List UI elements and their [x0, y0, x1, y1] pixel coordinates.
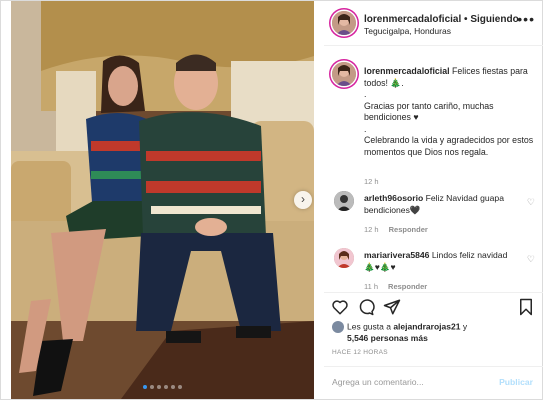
carousel-dot [164, 385, 168, 389]
comment-meta: 11 h Responder [364, 282, 427, 291]
comment-like-icon[interactable]: ♡ [527, 197, 535, 208]
reply-button[interactable]: Responder [388, 282, 427, 291]
comment-meta: 12 h Responder [364, 225, 428, 234]
carousel-dot [157, 385, 161, 389]
caption-username[interactable]: lorenmercadaloficial [364, 66, 450, 76]
next-photo-button[interactable]: › [294, 191, 312, 209]
caption-meta: 12 h [364, 177, 379, 186]
comment-icon[interactable] [357, 298, 375, 316]
chevron-right-icon: › [301, 192, 305, 206]
caption-avatar[interactable] [332, 62, 356, 86]
post-side-panel: lorenmercadaloficial • Siguiendo Tegucig… [324, 1, 543, 399]
liker-username[interactable]: alejandrarojas21 [393, 321, 460, 331]
carousel-dot [178, 385, 182, 389]
reply-button[interactable]: Responder [389, 225, 428, 234]
add-comment-bar: Publicar [324, 366, 543, 401]
caption: lorenmercadaloficial Felices fiestas par… [364, 66, 534, 158]
comment-input[interactable] [332, 374, 482, 390]
post-photo[interactable]: › [11, 1, 314, 399]
post-dialog: › lorenmercadaloficial • Siguiendo Teguc… [0, 0, 543, 400]
comment: mariarivera5846 Lindos feliz navidad🎄♥🎄♥ [364, 250, 514, 273]
comment-time[interactable]: 11 h [364, 282, 378, 291]
post-location[interactable]: Tegucigalpa, Honduras [364, 26, 451, 36]
bookmark-icon[interactable] [517, 298, 535, 316]
author-username[interactable]: lorenmercadaloficial [364, 14, 461, 25]
carousel-dot [171, 385, 175, 389]
caption-text: Felices fiestas para todos! 🎄. . Gracias… [364, 66, 534, 157]
separator: • [464, 14, 468, 25]
comment-username[interactable]: arleth96osorio [364, 193, 423, 203]
caption-time[interactable]: 12 h [364, 177, 379, 186]
couple-photo [11, 1, 314, 399]
comment-time[interactable]: 12 h [364, 225, 379, 234]
comment: arleth96osorio Feliz Navidad guapa bendi… [364, 193, 514, 216]
more-horizontal-icon[interactable]: ••• [517, 11, 535, 27]
liker-avatar[interactable] [332, 321, 344, 333]
comment-like-icon[interactable]: ♡ [527, 254, 535, 265]
carousel-dot [143, 385, 147, 389]
heart-icon[interactable] [331, 298, 349, 316]
carousel-dot [150, 385, 154, 389]
commenter-avatar[interactable] [334, 191, 354, 211]
carousel-indicator [11, 385, 314, 389]
likes-summary: Les gusta a alejandrarojas21 y 5,546 per… [332, 321, 537, 344]
post-header: lorenmercadaloficial • Siguiendo Tegucig… [324, 1, 543, 46]
likes-prefix: Les gusta a [347, 321, 391, 332]
share-icon[interactable] [383, 298, 401, 316]
post-actions: Les gusta a alejandrarojas21 y 5,546 per… [324, 292, 543, 400]
follow-status[interactable]: Siguiendo [470, 14, 518, 25]
likes-conj: y [462, 321, 468, 332]
comments-section: lorenmercadaloficial Felices fiestas par… [324, 46, 543, 292]
comment-username[interactable]: mariarivera5846 [364, 250, 429, 260]
author-avatar[interactable] [332, 11, 356, 35]
post-comment-button[interactable]: Publicar [499, 377, 533, 387]
post-time[interactable]: HACE 12 HORAS [332, 349, 388, 356]
likes-count[interactable]: 5,546 personas más [332, 333, 428, 343]
commenter-avatar[interactable] [334, 248, 354, 268]
